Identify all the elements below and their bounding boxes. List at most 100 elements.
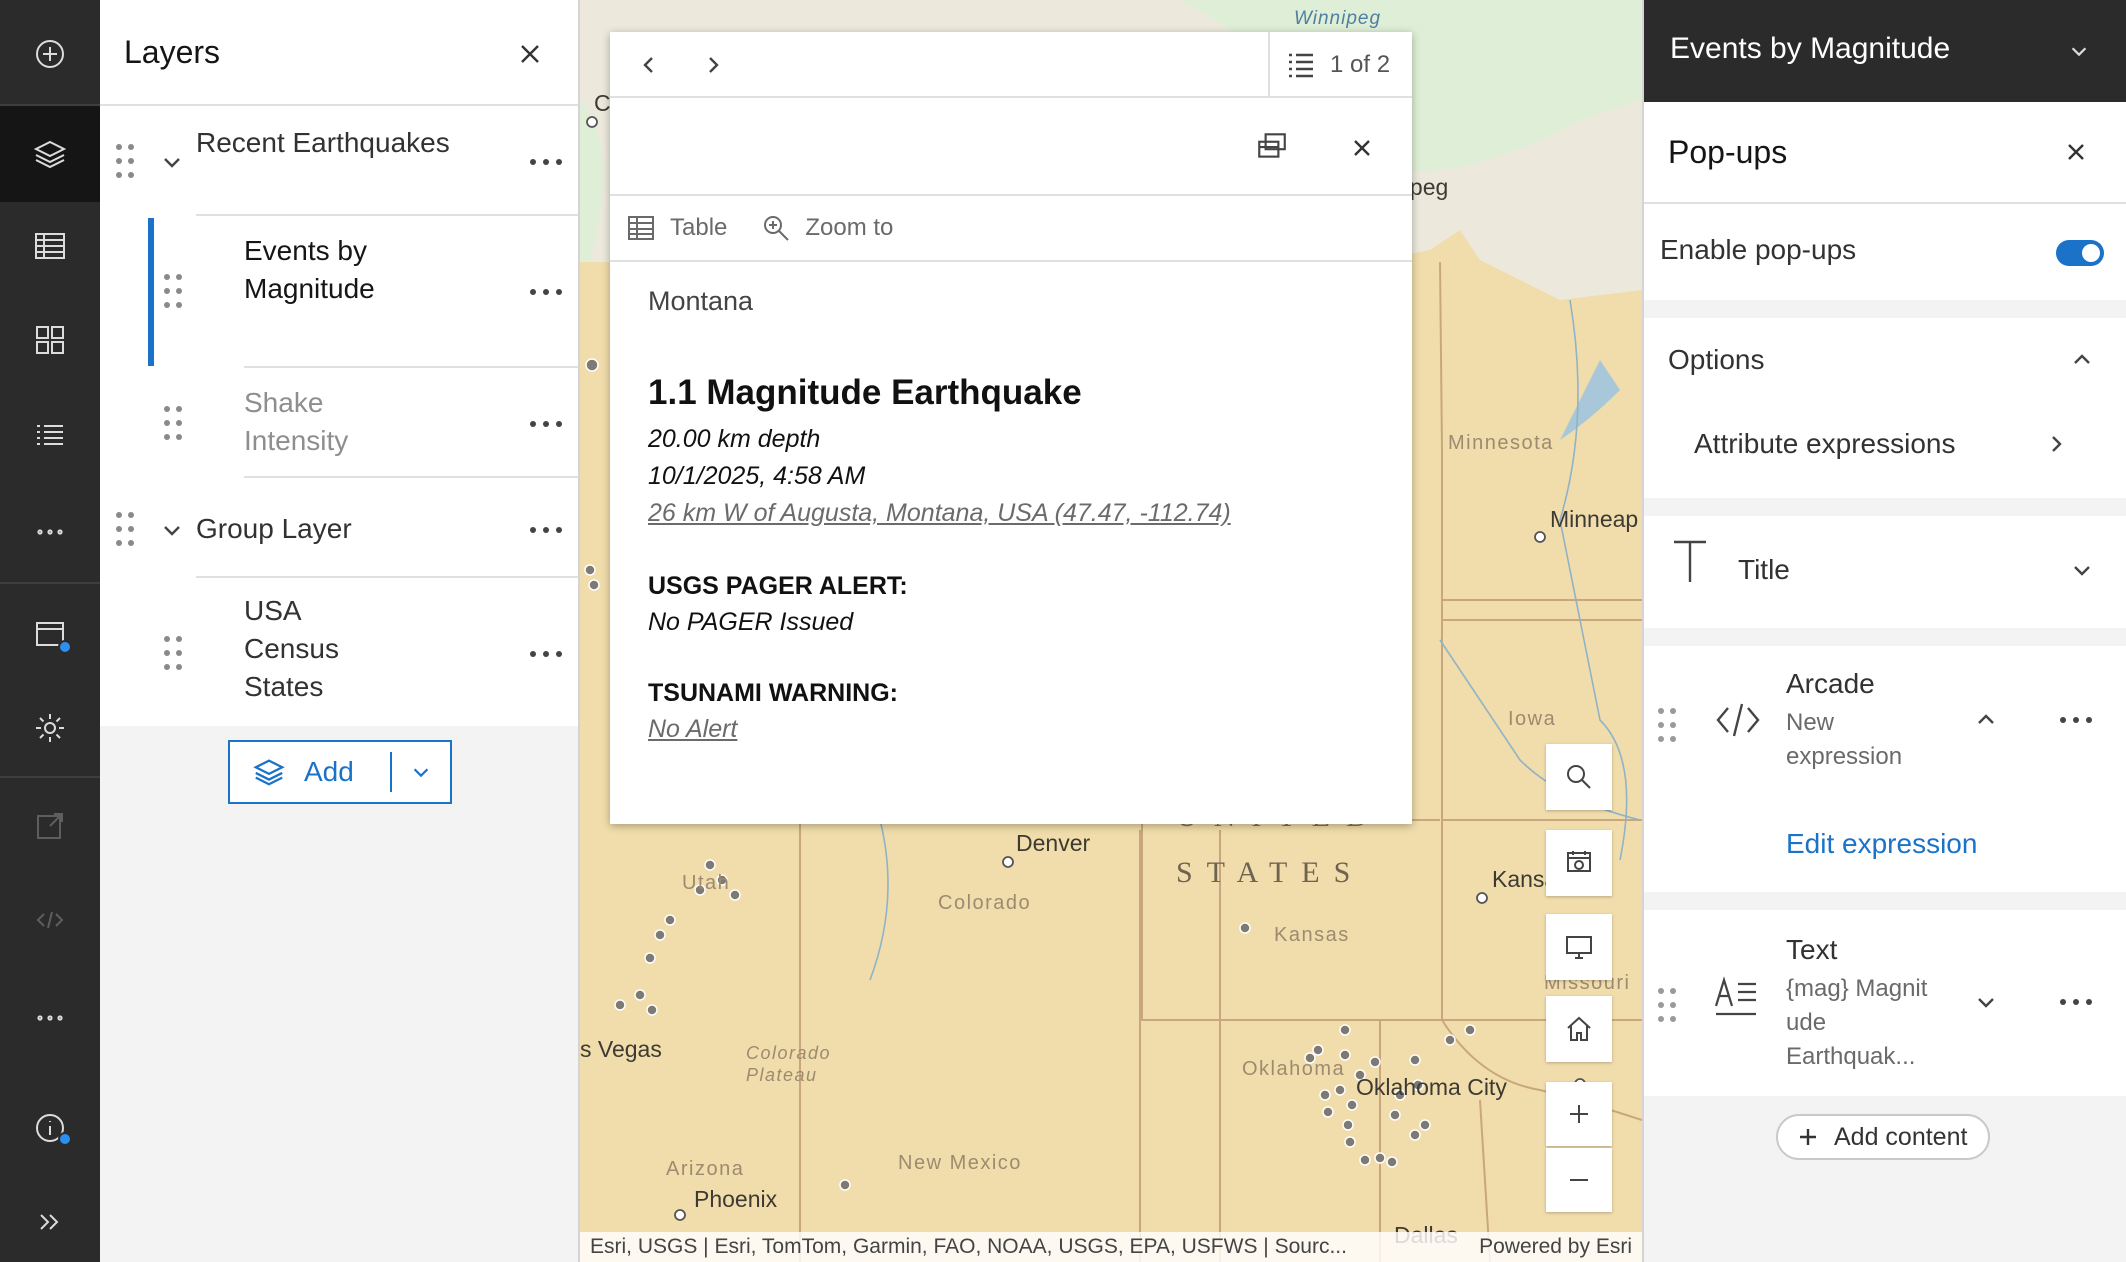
previous-feature-button[interactable] <box>632 48 666 82</box>
attribute-expressions-item[interactable]: Attribute expressions <box>1644 398 2126 498</box>
close-popup-button[interactable] <box>1342 128 1382 168</box>
close-popups-button[interactable] <box>2056 132 2096 172</box>
info-icon[interactable] <box>0 1080 100 1176</box>
drag-handle-icon[interactable] <box>1658 988 1676 1022</box>
basemap-toggle-button[interactable] <box>1546 830 1612 896</box>
feature-popup[interactable]: 1 of 2 Table Zoom to Montana 1.1 Magnitu… <box>610 32 1412 824</box>
info-notification-dot <box>58 1132 72 1146</box>
map-attribution[interactable]: Esri, USGS | Esri, TomTom, Garmin, FAO, … <box>580 1232 1642 1262</box>
popup-content: Montana 1.1 Magnitude Earthquake 20.00 k… <box>648 286 1388 748</box>
home-icon <box>1567 1016 1591 1041</box>
close-layers-button[interactable] <box>510 34 550 74</box>
dock-button[interactable] <box>1252 126 1292 166</box>
enable-popups-toggle[interactable] <box>2056 240 2104 266</box>
powered-by[interactable]: Powered by Esri <box>1479 1235 1632 1259</box>
layer-label: USA Census States <box>244 595 339 702</box>
popup-subtitle: Montana <box>648 286 754 316</box>
more-icon[interactable] <box>0 484 100 580</box>
layer-options-icon[interactable] <box>526 644 566 664</box>
layer-item-events-by-magnitude[interactable]: Events by Magnitude <box>100 216 578 368</box>
title-element[interactable]: Title <box>1644 516 2126 628</box>
map-label-colorado-plateau: Colorado Plateau <box>746 1043 832 1085</box>
feature-list-button[interactable]: 1 of 2 <box>1268 32 1412 98</box>
layer-item-usa-census-states[interactable]: USA Census States <box>100 578 578 726</box>
monitor-icon <box>1566 936 1592 959</box>
text-options-icon[interactable] <box>2056 992 2096 1012</box>
add-content-button[interactable]: Add content <box>1776 1114 1990 1160</box>
drag-handle-icon[interactable] <box>116 144 134 178</box>
options-label: Options <box>1668 344 1765 375</box>
drag-handle-icon[interactable] <box>164 636 182 670</box>
expand-icon[interactable] <box>0 1174 100 1262</box>
options-collapse-button[interactable] <box>2070 348 2094 372</box>
add-circle-icon[interactable] <box>0 6 100 102</box>
earthquake-location-link[interactable]: 26 km W of Augusta, Montana, USA (47.47,… <box>648 495 1388 532</box>
earthquake-datetime: 10/1/2025, 4:58 AM <box>648 462 866 490</box>
layers-icon[interactable] <box>0 106 100 202</box>
chevron-up-icon <box>1978 714 1994 724</box>
map-label-new-mexico: New Mexico <box>898 1152 1022 1174</box>
add-button-main[interactable]: Add <box>230 742 390 802</box>
collapse-arcade-button[interactable] <box>1974 708 1998 732</box>
chevron-right-icon <box>709 57 719 73</box>
properties-icon[interactable] <box>0 586 100 682</box>
expand-text-button[interactable] <box>1974 990 1998 1014</box>
gear-icon[interactable] <box>0 680 100 776</box>
layer-item-group-layer[interactable]: Group Layer <box>100 478 578 578</box>
layer-options-icon[interactable] <box>526 282 566 302</box>
layer-item-shake-intensity[interactable]: Shake Intensity <box>100 368 578 478</box>
add-dropdown-button[interactable] <box>392 761 450 783</box>
layer-label: Events by Magnitude <box>244 235 375 304</box>
add-content-label: Add content <box>1834 1122 1968 1151</box>
map-label-minnesota: Minnesota <box>1448 432 1554 454</box>
chevron-right-icon <box>2044 432 2068 456</box>
more-icon-2[interactable] <box>0 970 100 1066</box>
notification-dot <box>58 640 72 654</box>
layer-label: Recent Earthquakes <box>196 127 450 158</box>
add-layer-button[interactable]: Add <box>228 740 452 804</box>
popup-tools: Table Zoom to <box>610 196 1412 262</box>
drag-handle-icon[interactable] <box>1658 708 1676 742</box>
drag-handle-icon[interactable] <box>164 406 182 440</box>
layers-panel: Layers Recent Earthquakes Events by Magn… <box>100 0 580 1262</box>
next-feature-button[interactable] <box>696 48 730 82</box>
collapse-chevron-icon[interactable] <box>160 518 184 542</box>
list-icon[interactable] <box>0 388 100 484</box>
legend-icon[interactable] <box>0 292 100 388</box>
table-action[interactable]: Table <box>626 213 727 243</box>
layers-title: Layers <box>124 34 221 70</box>
map-label-utah: Utah <box>682 872 731 894</box>
text-element-line-3: Earthquak... <box>1786 1043 1916 1070</box>
table-icon <box>628 216 654 240</box>
zoom-to-action[interactable]: Zoom to <box>761 213 893 243</box>
tsunami-heading: TSUNAMI WARNING: <box>648 679 898 707</box>
map-label-winnipeg-top: Winnipeg <box>1294 8 1382 29</box>
drag-handle-icon[interactable] <box>164 274 182 308</box>
code-icon <box>0 872 100 968</box>
home-button[interactable] <box>1546 996 1612 1062</box>
zoom-to-label: Zoom to <box>805 214 894 241</box>
layer-item-recent-earthquakes[interactable]: Recent Earthquakes <box>100 106 578 216</box>
arcade-element: Arcade New expression Edit expression <box>1644 646 2126 892</box>
selected-layer-name: Events by Magnitude <box>1670 32 1951 65</box>
layer-selector[interactable]: Events by Magnitude <box>1644 0 2126 102</box>
edit-expression-link[interactable]: Edit expression <box>1786 828 1977 860</box>
expand-title-button[interactable] <box>2070 558 2094 582</box>
zoom-in-button[interactable] <box>1546 1082 1612 1146</box>
layers-icon <box>253 759 285 786</box>
arcade-options-icon[interactable] <box>2056 710 2096 730</box>
fullscreen-button[interactable] <box>1546 914 1612 980</box>
zoom-out-button[interactable] <box>1546 1148 1612 1212</box>
attribute-expressions-label: Attribute expressions <box>1694 428 1956 459</box>
tsunami-value-link[interactable]: No Alert <box>648 711 1388 748</box>
layer-options-icon[interactable] <box>526 520 566 540</box>
chevron-down-icon <box>2071 47 2087 57</box>
search-button[interactable] <box>1546 744 1612 810</box>
table-icon[interactable] <box>0 198 100 294</box>
chevron-up-icon <box>2074 354 2090 364</box>
map-label-kansas: Kansas <box>1274 924 1350 946</box>
collapse-chevron-icon[interactable] <box>160 150 184 174</box>
layer-options-icon[interactable] <box>526 152 566 172</box>
drag-handle-icon[interactable] <box>116 512 134 546</box>
layer-options-icon[interactable] <box>526 414 566 434</box>
